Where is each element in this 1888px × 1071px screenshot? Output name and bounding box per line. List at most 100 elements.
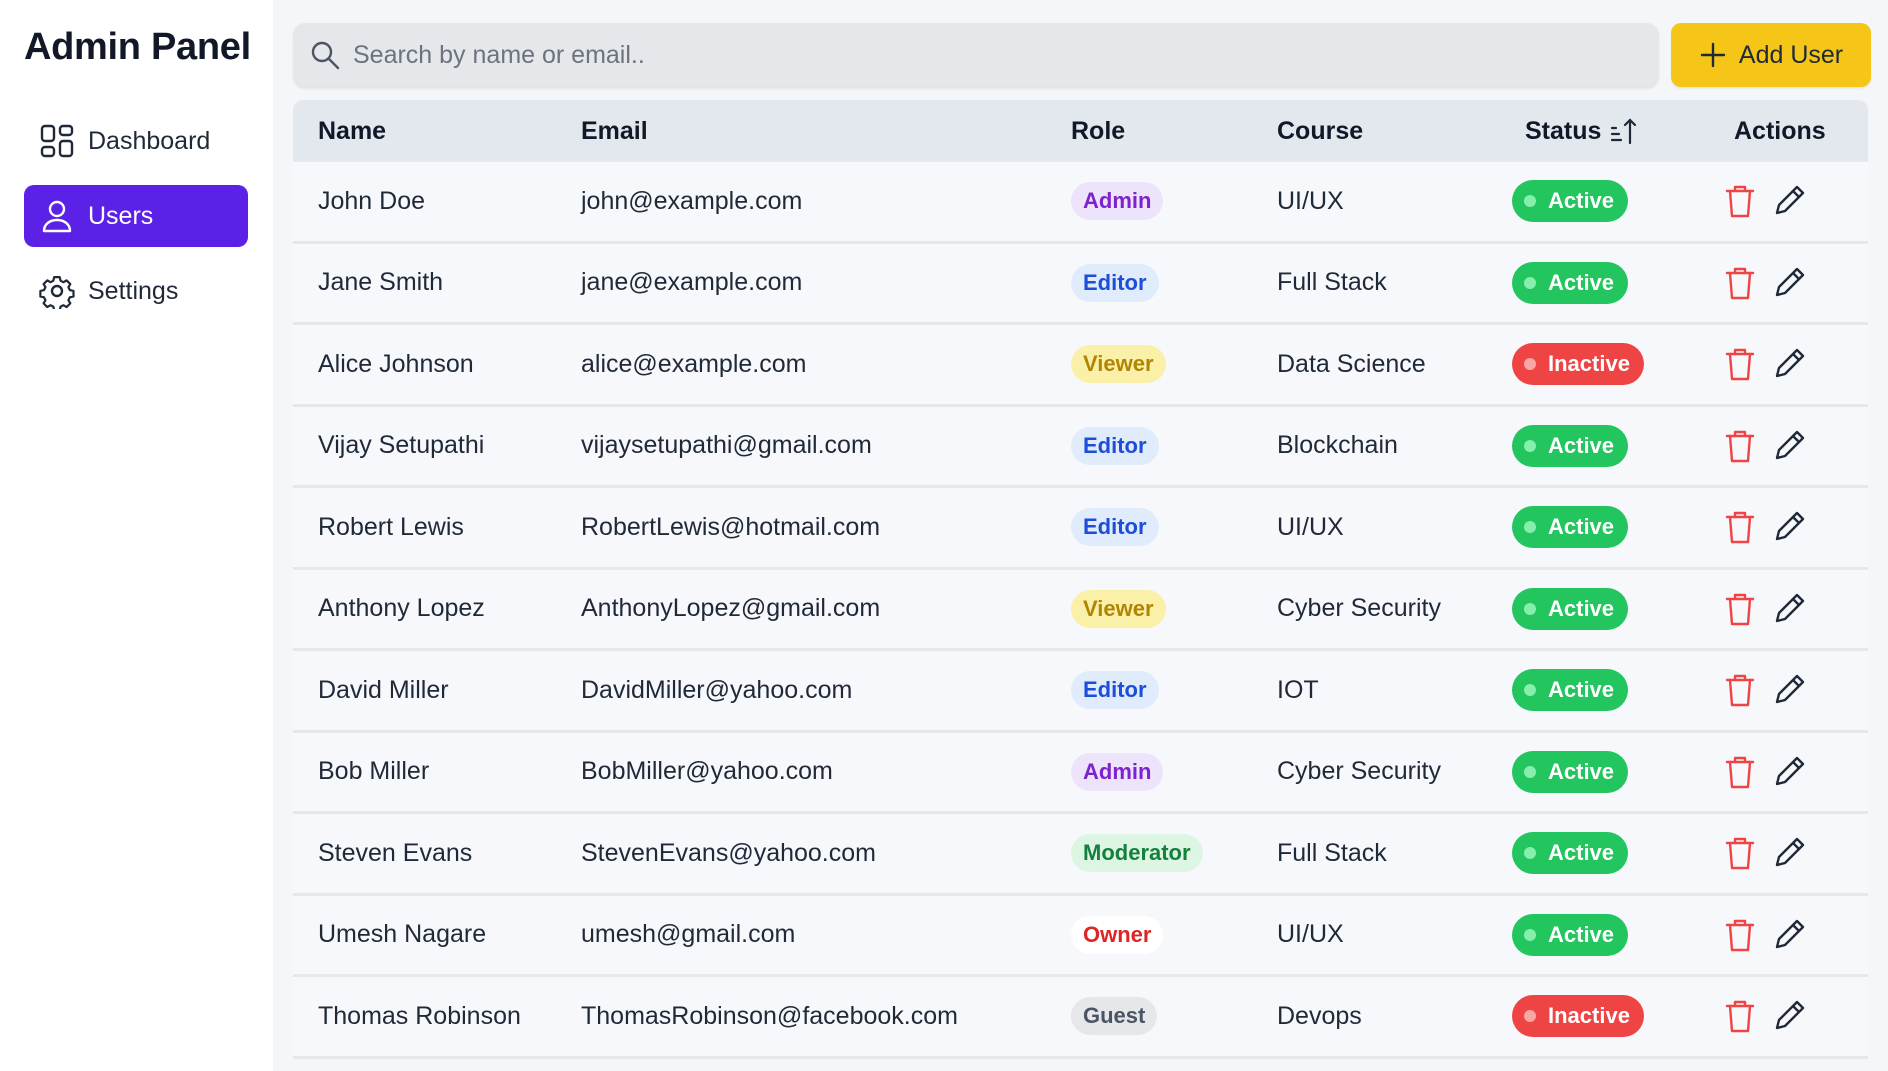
- cell-status: Active: [1512, 180, 1707, 223]
- status-badge[interactable]: Active: [1512, 669, 1629, 712]
- delete-button[interactable]: [1722, 507, 1758, 547]
- edit-button[interactable]: [1772, 589, 1808, 629]
- role-badge: Editor: [1071, 671, 1159, 710]
- trash-icon: [1725, 430, 1755, 462]
- sort-icon[interactable]: [1609, 116, 1639, 146]
- edit-button[interactable]: [1772, 181, 1808, 221]
- role-badge: Editor: [1071, 508, 1159, 547]
- cell-role: Editor: [1071, 263, 1277, 302]
- header-role[interactable]: Role: [1071, 117, 1277, 146]
- pencil-icon: [1775, 675, 1805, 704]
- cell-email: jane@example.com: [581, 268, 803, 297]
- delete-button[interactable]: [1722, 263, 1758, 303]
- delete-button[interactable]: [1722, 833, 1758, 873]
- role-badge: Owner: [1071, 915, 1164, 954]
- status-label: Active: [1548, 514, 1615, 540]
- cell-course: Full Stack: [1277, 268, 1387, 297]
- status-badge[interactable]: Inactive: [1512, 343, 1644, 386]
- edit-button[interactable]: [1772, 263, 1808, 303]
- status-label: Active: [1548, 269, 1615, 295]
- cell-course: IOT: [1277, 675, 1319, 704]
- header-status[interactable]: Status: [1512, 116, 1707, 146]
- dashboard-icon: [38, 122, 76, 160]
- cell-email: DavidMiller@yahoo.com: [581, 675, 853, 704]
- edit-button[interactable]: [1772, 670, 1808, 710]
- status-badge[interactable]: Active: [1512, 832, 1629, 875]
- table-body: John Doe john@example.com Admin UI/UX Ac…: [293, 162, 1868, 1059]
- cell-actions: [1707, 833, 1867, 873]
- cell-status: Active: [1512, 424, 1707, 467]
- table-row: Umesh Nagare umesh@gmail.com Owner UI/UX…: [293, 895, 1868, 977]
- header-course[interactable]: Course: [1277, 117, 1512, 146]
- delete-button[interactable]: [1722, 426, 1758, 466]
- cell-name: Anthony Lopez: [318, 594, 485, 623]
- edit-button[interactable]: [1772, 833, 1808, 873]
- cell-name: Steven Evans: [318, 838, 473, 867]
- edit-button[interactable]: [1772, 752, 1808, 792]
- role-badge: Admin: [1071, 752, 1164, 791]
- delete-button[interactable]: [1722, 915, 1758, 955]
- add-user-button[interactable]: Add User: [1671, 23, 1871, 87]
- cell-role: Guest: [1071, 997, 1277, 1036]
- sidebar-item-label: Settings: [88, 276, 179, 305]
- status-dot: [1524, 439, 1536, 452]
- sidebar-item-users[interactable]: Users: [24, 185, 248, 247]
- cell-course: Full Stack: [1277, 838, 1387, 867]
- cell-role: Editor: [1071, 671, 1277, 710]
- delete-button[interactable]: [1722, 344, 1758, 384]
- sidebar-item-settings[interactable]: Settings: [24, 260, 248, 322]
- status-badge[interactable]: Inactive: [1512, 995, 1644, 1038]
- edit-button[interactable]: [1772, 426, 1808, 466]
- delete-button[interactable]: [1722, 996, 1758, 1036]
- edit-button[interactable]: [1772, 507, 1808, 547]
- status-dot: [1524, 358, 1536, 371]
- cell-name: Thomas Robinson: [318, 1001, 521, 1030]
- cell-course: Cyber Security: [1277, 757, 1441, 786]
- pencil-icon: [1775, 838, 1805, 867]
- edit-button[interactable]: [1772, 996, 1808, 1036]
- header-actions: Actions: [1734, 116, 1826, 145]
- status-badge[interactable]: Active: [1512, 261, 1629, 304]
- role-badge: Editor: [1071, 426, 1159, 465]
- status-dot: [1524, 195, 1536, 208]
- cell-actions: [1707, 507, 1867, 547]
- status-badge[interactable]: Active: [1512, 750, 1629, 793]
- status-label: Inactive: [1548, 351, 1630, 377]
- status-badge[interactable]: Active: [1512, 424, 1629, 467]
- cell-name: David Miller: [318, 675, 449, 704]
- cell-role: Viewer: [1071, 345, 1277, 384]
- cell-course: Devops: [1277, 1001, 1362, 1030]
- pencil-icon: [1775, 267, 1805, 296]
- search-input[interactable]: [353, 40, 1659, 70]
- status-badge[interactable]: Active: [1512, 913, 1629, 956]
- delete-button[interactable]: [1722, 589, 1758, 629]
- edit-button[interactable]: [1772, 344, 1808, 384]
- pencil-icon: [1775, 349, 1805, 378]
- status-badge[interactable]: Active: [1512, 506, 1629, 549]
- add-user-label: Add User: [1738, 40, 1844, 69]
- cell-actions: [1707, 752, 1867, 792]
- table-row: Vijay Setupathi vijaysetupathi@gmail.com…: [293, 406, 1868, 488]
- header-email[interactable]: Email: [581, 117, 1071, 146]
- trash-icon: [1725, 349, 1755, 381]
- delete-button[interactable]: [1722, 181, 1758, 221]
- cell-role: Editor: [1071, 426, 1277, 465]
- cell-actions: [1707, 915, 1867, 955]
- status-dot: [1524, 276, 1536, 289]
- trash-icon: [1725, 1001, 1755, 1033]
- status-dot: [1524, 928, 1536, 941]
- status-badge[interactable]: Active: [1512, 587, 1629, 630]
- cell-name: Jane Smith: [318, 268, 444, 297]
- header-name[interactable]: Name: [293, 117, 581, 146]
- cell-email: vijaysetupathi@gmail.com: [581, 431, 872, 460]
- sidebar-item-dashboard[interactable]: Dashboard: [24, 110, 248, 172]
- sidebar: Admin Panel Dashboard Users Settings: [0, 0, 273, 1071]
- cell-email: alice@example.com: [581, 349, 807, 378]
- cell-status: Inactive: [1512, 995, 1707, 1038]
- table-row: Bob Miller BobMiller@yahoo.com Admin Cyb…: [293, 732, 1868, 814]
- edit-button[interactable]: [1772, 915, 1808, 955]
- delete-button[interactable]: [1722, 670, 1758, 710]
- cell-status: Active: [1512, 913, 1707, 956]
- delete-button[interactable]: [1722, 752, 1758, 792]
- status-badge[interactable]: Active: [1512, 180, 1629, 223]
